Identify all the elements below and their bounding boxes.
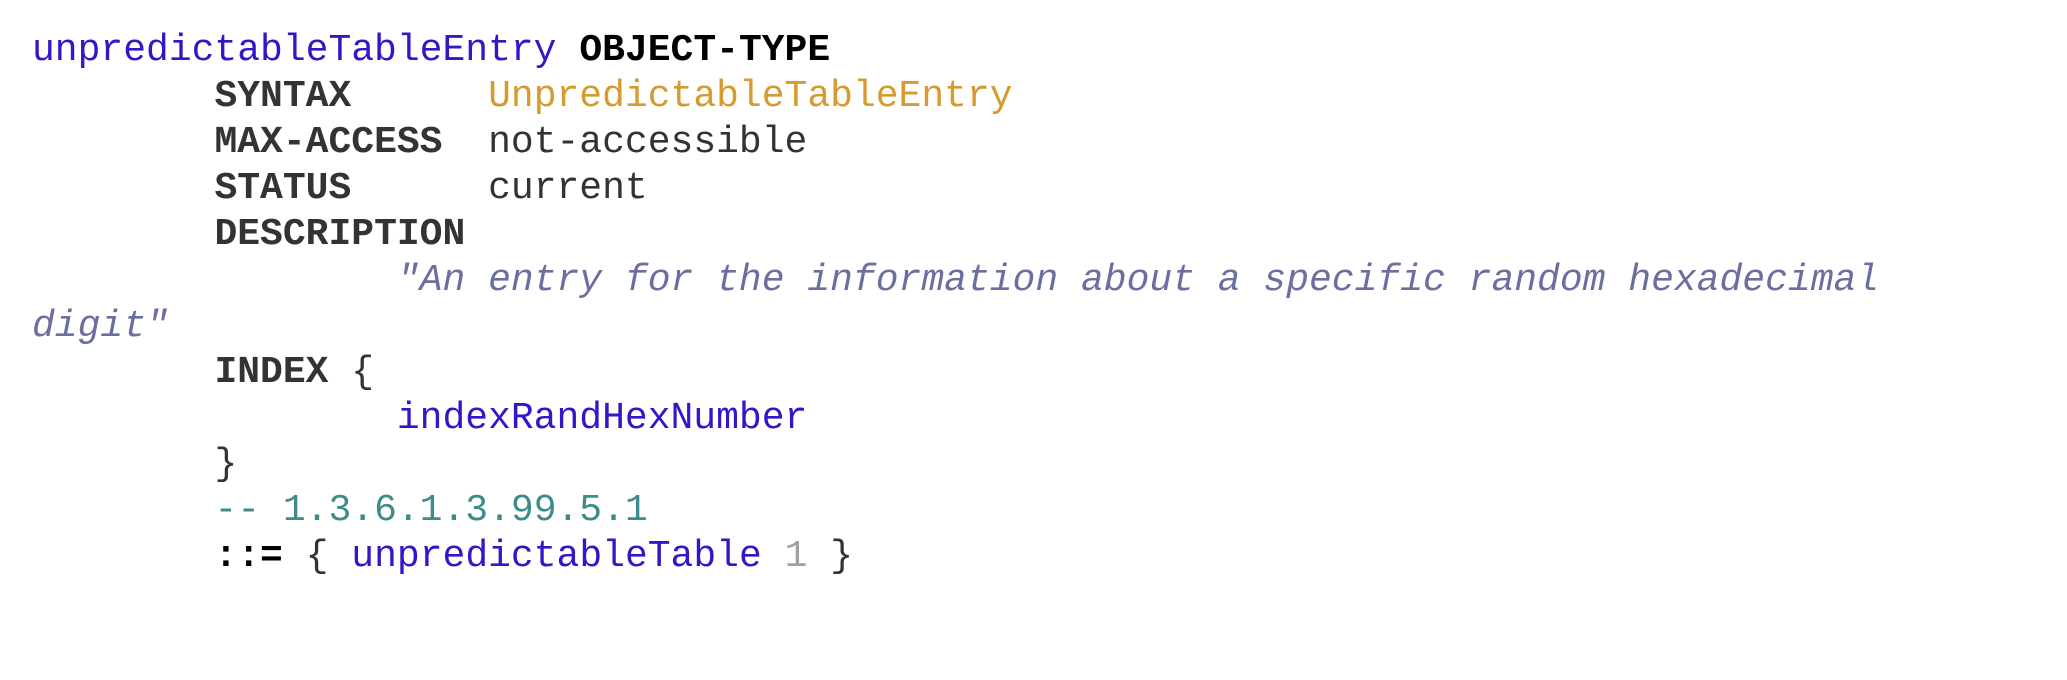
max-access-value: not-accessible	[488, 121, 808, 164]
assignment-open-brace: {	[305, 535, 329, 578]
object-header-line: unpredictableTableEntry OBJECT-TYPE	[32, 28, 1879, 74]
index-open-brace: {	[351, 351, 375, 394]
sub-identifier: 1	[784, 535, 808, 578]
parent-name: unpredictableTable	[351, 535, 762, 578]
max-access-line: MAX-ACCESS not-accessible	[32, 120, 1879, 166]
oid-comment-line: -- 1.3.6.1.3.99.5.1	[32, 488, 1879, 534]
index-close-brace: }	[214, 443, 238, 486]
description-keyword: DESCRIPTION	[214, 213, 466, 256]
description-text-line-2: digit"	[32, 304, 1879, 350]
status-value: current	[488, 167, 648, 210]
assignment-operator: ::=	[214, 535, 283, 578]
index-item-line: indexRandHexNumber	[32, 396, 1879, 442]
object-name: unpredictableTableEntry	[32, 29, 557, 72]
description-text-line-1: "An entry for the information about a sp…	[32, 258, 1879, 304]
mib-code-block: unpredictableTableEntry OBJECT-TYPE SYNT…	[32, 28, 1879, 580]
index-close-line: }	[32, 442, 1879, 488]
index-keyword: INDEX	[214, 351, 329, 394]
syntax-keyword: SYNTAX	[214, 75, 352, 118]
description-text-2: digit"	[32, 305, 169, 348]
index-line: INDEX {	[32, 350, 1879, 396]
max-access-keyword: MAX-ACCESS	[214, 121, 443, 164]
status-keyword: STATUS	[214, 167, 352, 210]
syntax-value: UnpredictableTableEntry	[488, 75, 1013, 118]
description-line: DESCRIPTION	[32, 212, 1879, 258]
oid-comment: -- 1.3.6.1.3.99.5.1	[214, 489, 648, 532]
assignment-line: ::= { unpredictableTable 1 }	[32, 534, 1879, 580]
status-line: STATUS current	[32, 166, 1879, 212]
object-type-keyword: OBJECT-TYPE	[579, 29, 831, 72]
syntax-line: SYNTAX UnpredictableTableEntry	[32, 74, 1879, 120]
description-text-1: "An entry for the information about a sp…	[396, 259, 1880, 302]
index-item: indexRandHexNumber	[396, 397, 808, 440]
assignment-close-brace: }	[830, 535, 854, 578]
